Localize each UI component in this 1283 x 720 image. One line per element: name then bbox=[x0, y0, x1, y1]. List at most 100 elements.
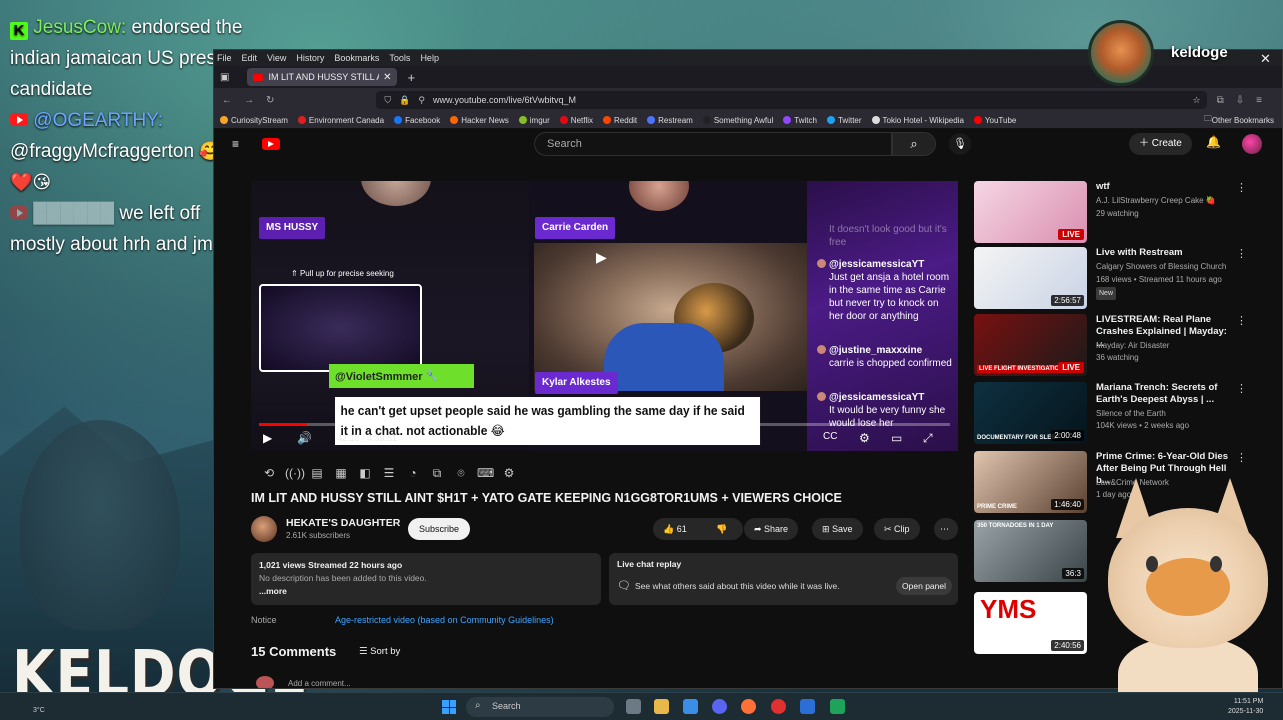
open-panel-button[interactable]: Open panel bbox=[896, 577, 952, 595]
speed-icon[interactable]: ◔ bbox=[405, 466, 421, 481]
menu-bookmarks[interactable]: Bookmarks bbox=[334, 53, 379, 63]
thumbnail[interactable]: DOCUMENTARY FOR SLEEP 2:00:48 bbox=[974, 382, 1087, 444]
reload-icon[interactable]: ↻ bbox=[266, 95, 274, 106]
loop-icon[interactable]: ⟲ bbox=[261, 466, 277, 481]
notifications-bell-icon[interactable]: 🔔 bbox=[1206, 135, 1221, 149]
settings-gear-icon[interactable]: ⚙ bbox=[859, 431, 870, 445]
close-icon[interactable]: ✕ bbox=[383, 72, 391, 83]
bookmark-star-icon[interactable]: ☆ bbox=[1193, 95, 1201, 106]
sort-comments-button[interactable]: ☰ Sort by bbox=[359, 646, 400, 657]
frame-icon[interactable]: ▤ bbox=[309, 466, 325, 481]
taskbar-search[interactable]: ⌕ Search bbox=[466, 697, 614, 717]
settings-icon[interactable]: ⚙ bbox=[501, 466, 517, 481]
more-actions-button[interactable]: ⋯ bbox=[934, 518, 958, 540]
search-button[interactable]: ⌕ bbox=[892, 132, 936, 156]
hamburger-menu-icon[interactable]: ≡ bbox=[232, 137, 239, 151]
bookmark-item[interactable]: imgur bbox=[518, 116, 550, 125]
downloads-icon[interactable]: ⇩ bbox=[1236, 95, 1244, 106]
menu-help[interactable]: Help bbox=[420, 53, 439, 63]
thumbnail[interactable]: LIVE bbox=[974, 181, 1087, 243]
bookmark-item[interactable]: Restream bbox=[647, 116, 693, 125]
file-explorer-icon[interactable] bbox=[654, 699, 669, 714]
voice-search-button[interactable]: 🎙 bbox=[949, 133, 971, 155]
bookmark-item[interactable]: Tokio Hotel - Wikipedia bbox=[871, 116, 964, 125]
thumbnail[interactable]: PRIME CRIME 1:46:40 bbox=[974, 451, 1087, 513]
thumbnail[interactable]: YMS 2:40:56 bbox=[974, 592, 1087, 654]
description-box[interactable]: 1,021 views Streamed 22 hours ago No des… bbox=[251, 553, 601, 605]
tab-youtube[interactable]: IM LIT AND HUSSY STILL AINT ✕ bbox=[247, 68, 398, 86]
list-icon[interactable]: ☰ bbox=[381, 466, 397, 481]
video-player[interactable]: ▶ MS HUSSY Carrie Carden Kylar Alkestes … bbox=[251, 181, 958, 451]
subscribe-button[interactable]: Subscribe bbox=[408, 518, 471, 540]
show-more-link[interactable]: ...more bbox=[259, 585, 593, 598]
task-view-icon[interactable] bbox=[626, 699, 641, 714]
app-icon[interactable] bbox=[771, 699, 786, 714]
discord-icon[interactable] bbox=[712, 699, 727, 714]
save-button[interactable]: ⊞ Save bbox=[812, 518, 863, 540]
pip-icon[interactable]: ⧉ bbox=[429, 466, 445, 481]
bookmark-item[interactable]: CuriosityStream bbox=[220, 116, 288, 125]
app-icon[interactable] bbox=[683, 699, 698, 714]
account-avatar[interactable] bbox=[1242, 134, 1262, 154]
close-icon[interactable]: ✕ bbox=[1260, 51, 1271, 67]
menu-edit[interactable]: Edit bbox=[242, 53, 258, 63]
new-tab-button[interactable]: + bbox=[407, 70, 415, 85]
other-bookmarks[interactable]: 🗀 Other Bookmarks bbox=[1204, 113, 1274, 127]
menu-view[interactable]: View bbox=[267, 53, 286, 63]
weather-widget[interactable]: 3°C bbox=[33, 707, 45, 714]
volume-icon[interactable]: 🔊 bbox=[297, 431, 312, 445]
thumbnail[interactable]: LIVE FLIGHT INVESTIGATION LIVE bbox=[974, 314, 1087, 376]
bookmark-item[interactable]: Hacker News bbox=[450, 116, 509, 125]
forward-icon[interactable]: → bbox=[244, 95, 254, 106]
channel-name[interactable]: HEKATE'S DAUGHTER bbox=[286, 517, 400, 529]
screenshot-icon[interactable]: ▦ bbox=[333, 466, 349, 481]
app-icon[interactable] bbox=[830, 699, 845, 714]
thumbnail[interactable]: 350 TORNADOES IN 1 DAY 36:3 bbox=[974, 520, 1087, 582]
system-clock[interactable]: 11:51 PM 2025-11-30 bbox=[1228, 697, 1263, 717]
menu-icon[interactable]: ≡ bbox=[1256, 95, 1262, 106]
bookmark-item[interactable]: Twitch bbox=[783, 116, 817, 125]
bookmark-item[interactable]: Twitter bbox=[826, 116, 862, 125]
mirror-icon[interactable]: ◧ bbox=[357, 466, 373, 481]
play-button[interactable]: ▶ bbox=[263, 431, 272, 445]
address-bar[interactable]: ⛉ 🔒 ⚲ www.youtube.com/live/6tVwbitvq_M ☆ bbox=[376, 91, 1207, 109]
extensions-icon[interactable]: ⧉ bbox=[1217, 95, 1224, 106]
fullscreen-icon[interactable]: ⤢ bbox=[923, 431, 933, 446]
more-options-icon[interactable]: ⋮ bbox=[1236, 314, 1247, 327]
thumbnail[interactable]: 2:56:57 bbox=[974, 247, 1087, 309]
channel-avatar[interactable] bbox=[251, 516, 277, 542]
menu-tools[interactable]: Tools bbox=[389, 53, 410, 63]
keyboard-icon[interactable]: ⌨ bbox=[477, 466, 494, 481]
bookmark-item[interactable]: Facebook bbox=[394, 116, 440, 125]
more-options-icon[interactable]: ⋮ bbox=[1236, 181, 1247, 194]
add-comment-input[interactable]: Add a comment... bbox=[288, 679, 351, 688]
captions-icon[interactable]: CC bbox=[823, 431, 837, 442]
firefox-icon[interactable] bbox=[741, 699, 756, 714]
dislike-button[interactable]: 👎 bbox=[716, 518, 734, 540]
more-options-icon[interactable]: ⋮ bbox=[1236, 247, 1247, 260]
bookmark-item[interactable]: Environment Canada bbox=[297, 116, 384, 125]
bookmark-item[interactable]: YouTube bbox=[973, 116, 1016, 125]
thumbs-down-icon: 👎 bbox=[716, 524, 728, 534]
more-options-icon[interactable]: ⋮ bbox=[1236, 382, 1247, 395]
clip-button[interactable]: ✂ Clip bbox=[874, 518, 920, 540]
share-button[interactable]: ➦ Share bbox=[744, 518, 799, 540]
more-options-icon[interactable]: ⋮ bbox=[1236, 451, 1247, 464]
progress-bar[interactable] bbox=[259, 423, 950, 426]
youtube-logo[interactable] bbox=[262, 138, 280, 150]
back-icon[interactable]: ← bbox=[222, 95, 232, 106]
create-button[interactable]: ＋ Create bbox=[1129, 133, 1192, 155]
menu-history[interactable]: History bbox=[296, 53, 324, 63]
camera-icon[interactable]: ⌾ bbox=[453, 466, 469, 481]
audio-icon[interactable]: ((·)) bbox=[285, 466, 305, 481]
bookmark-item[interactable]: Netflix bbox=[559, 116, 593, 125]
age-restriction-link[interactable]: Age-restricted video (based on Community… bbox=[335, 615, 554, 625]
menu-file[interactable]: File bbox=[217, 53, 232, 63]
bookmark-item[interactable]: Reddit bbox=[603, 116, 637, 125]
tab-list-icon[interactable]: ▣ bbox=[220, 72, 229, 83]
windows-start-icon[interactable] bbox=[442, 700, 456, 714]
app-icon[interactable] bbox=[800, 699, 815, 714]
bookmark-item[interactable]: Something Awful bbox=[702, 116, 773, 125]
search-input[interactable]: Search bbox=[534, 132, 892, 156]
theater-mode-icon[interactable]: ▭ bbox=[891, 431, 902, 445]
